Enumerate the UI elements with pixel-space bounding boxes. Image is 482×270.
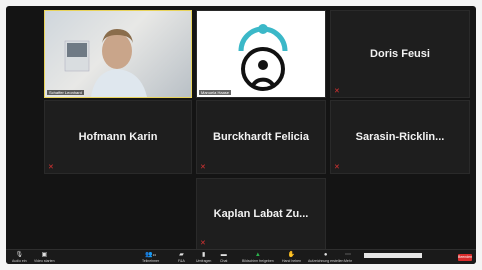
participant-tile[interactable]: Sarasin-Ricklin... ✕: [330, 100, 470, 174]
participant-name: Sarasin-Ricklin...: [355, 131, 445, 143]
meeting-window: Schaffer Leonhard Manuela Haase Doris Fe…: [6, 6, 476, 264]
muted-mic-icon: ✕: [334, 88, 340, 95]
video-button[interactable]: ▣ Video starten: [34, 252, 55, 263]
more-button[interactable]: ⋯ Mehr: [344, 252, 352, 263]
microphone-muted-icon: 🎙: [15, 252, 24, 258]
participant-tile[interactable]: Burckhardt Felicia ✕: [196, 100, 326, 174]
participant-tile-video[interactable]: Schaffer Leonhard: [44, 10, 192, 98]
chat-icon: ▬: [220, 252, 227, 258]
record-button[interactable]: ● Aufzeichnung erstellen: [308, 252, 343, 263]
webcam-video: [64, 29, 147, 97]
qa-icon: ▰: [179, 252, 184, 258]
share-screen-button[interactable]: ▲ Bildschirm freigeben: [242, 252, 274, 263]
polls-button[interactable]: ▮ Umfragen: [196, 252, 211, 263]
poll-icon: ▮: [202, 252, 206, 258]
share-screen-icon: ▲: [254, 252, 261, 258]
muted-mic-icon: ✕: [334, 164, 340, 171]
participants-button[interactable]: 👥13 Teilnehmer: [142, 252, 159, 263]
qa-button[interactable]: ▰ F&A: [178, 252, 185, 263]
audio-button[interactable]: 🎙 Audio ein: [12, 252, 27, 263]
participant-name: Kaplan Labat Zu...: [213, 208, 309, 220]
chat-button[interactable]: ▬ Chat: [220, 252, 227, 263]
participants-icon: 👥13: [145, 252, 156, 258]
muted-mic-icon: ✕: [200, 164, 206, 171]
hand-icon: ✋: [287, 252, 296, 258]
muted-mic-icon: ✕: [200, 240, 206, 247]
participant-tile[interactable]: Kaplan Labat Zu... ✕: [196, 178, 326, 250]
raise-hand-button[interactable]: ✋ Hand heben: [282, 252, 301, 263]
participant-tile[interactable]: Hofmann Karin ✕: [44, 100, 192, 174]
muted-mic-icon: ✕: [48, 164, 54, 171]
gallery-view: Schaffer Leonhard Manuela Haase Doris Fe…: [6, 6, 476, 250]
participant-name-tag: Manuela Haase: [199, 90, 232, 95]
participant-name: Doris Feusi: [370, 48, 430, 60]
more-icon: ⋯: [344, 252, 351, 258]
participant-name-tag: Schaffer Leonhard: [47, 90, 84, 95]
leave-button[interactable]: Beenden: [458, 254, 472, 261]
notification-box: [364, 253, 422, 258]
participant-tile[interactable]: Doris Feusi ✕: [330, 10, 470, 98]
participant-name: Hofmann Karin: [78, 131, 158, 143]
participant-name: Burckhardt Felicia: [213, 131, 309, 143]
record-icon: ●: [323, 252, 328, 258]
participant-tile-logo[interactable]: Manuela Haase: [196, 10, 326, 98]
organization-logo: [238, 24, 288, 91]
meeting-toolbar: 🎙 Audio ein ▣ Video starten 👥13 Teilnehm…: [6, 249, 476, 264]
camera-off-icon: ▣: [41, 252, 48, 258]
